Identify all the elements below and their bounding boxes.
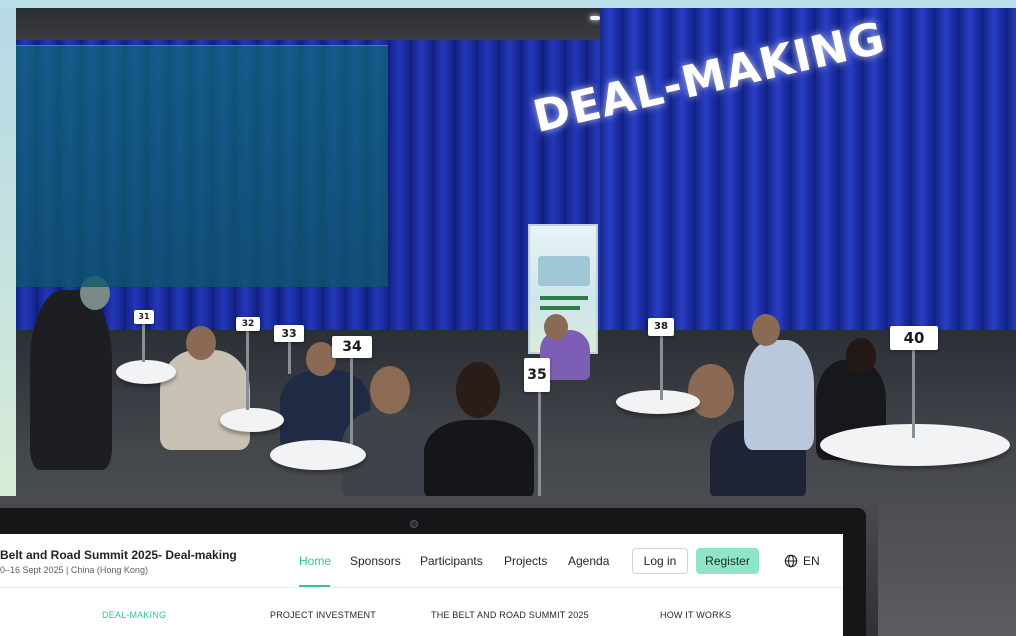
site-subtitle: 0–16 Sept 2025 | China (Hong Kong): [0, 565, 148, 575]
subnav-how-it-works[interactable]: HOW IT WORKS: [660, 610, 731, 620]
table-number-card: 32: [236, 317, 260, 331]
person-standing: [30, 290, 112, 470]
banner-line: [540, 296, 588, 300]
subnav-belt-road-summit[interactable]: THE BELT AND ROAD SUMMIT 2025: [431, 610, 589, 620]
subnav-deal-making[interactable]: DEAL-MAKING: [102, 610, 166, 620]
table-number-card: 31: [134, 310, 154, 324]
nav-active-indicator: [299, 585, 330, 587]
table-number-card: 35: [524, 358, 550, 392]
number-pole: [142, 318, 145, 362]
number-pole: [660, 330, 663, 400]
subnav-project-investment[interactable]: PROJECT INVESTMENT: [270, 610, 376, 620]
teal-overlay-shade: [16, 45, 388, 287]
globe-icon: [784, 554, 798, 568]
register-button[interactable]: Register: [696, 548, 759, 574]
site-header: Belt and Road Summit 2025- Deal-making 0…: [0, 534, 843, 588]
table-number-card: 33: [274, 325, 304, 342]
person-head: [752, 314, 780, 346]
round-table: [220, 408, 284, 432]
person-head: [186, 326, 216, 360]
nav-projects[interactable]: Projects: [504, 554, 547, 568]
banner-graphic: [538, 256, 590, 286]
person-head: [370, 366, 410, 414]
person-head: [456, 362, 500, 418]
language-selector[interactable]: EN: [784, 553, 820, 569]
person-head: [688, 364, 734, 418]
nav-participants[interactable]: Participants: [420, 554, 483, 568]
banner-line: [540, 306, 580, 310]
top-band: [0, 0, 1016, 8]
table-number-card: 38: [648, 318, 674, 336]
round-table: [270, 440, 366, 470]
table-number-card: 34: [332, 336, 372, 358]
round-table: [616, 390, 700, 414]
ceiling-light: [590, 16, 600, 20]
person-head: [544, 314, 568, 340]
left-gradient-strip: [0, 8, 16, 498]
person-seated: [424, 420, 534, 500]
laptop-screen: Belt and Road Summit 2025- Deal-making 0…: [0, 534, 843, 636]
login-button[interactable]: Log in: [632, 548, 688, 574]
nav-home[interactable]: Home: [299, 554, 331, 568]
number-pole: [246, 324, 249, 410]
person-seated: [744, 340, 814, 450]
table-number-card: 40: [890, 326, 938, 350]
webcam: [410, 520, 418, 528]
nav-agenda[interactable]: Agenda: [568, 554, 609, 568]
person-seated: [160, 350, 250, 450]
number-pole: [912, 344, 915, 438]
language-label: EN: [803, 554, 820, 568]
round-table: [116, 360, 176, 384]
site-title[interactable]: Belt and Road Summit 2025- Deal-making: [0, 548, 237, 562]
round-table: [820, 424, 1010, 466]
nav-sponsors[interactable]: Sponsors: [350, 554, 401, 568]
number-pole: [350, 352, 353, 444]
person-head: [846, 338, 876, 374]
